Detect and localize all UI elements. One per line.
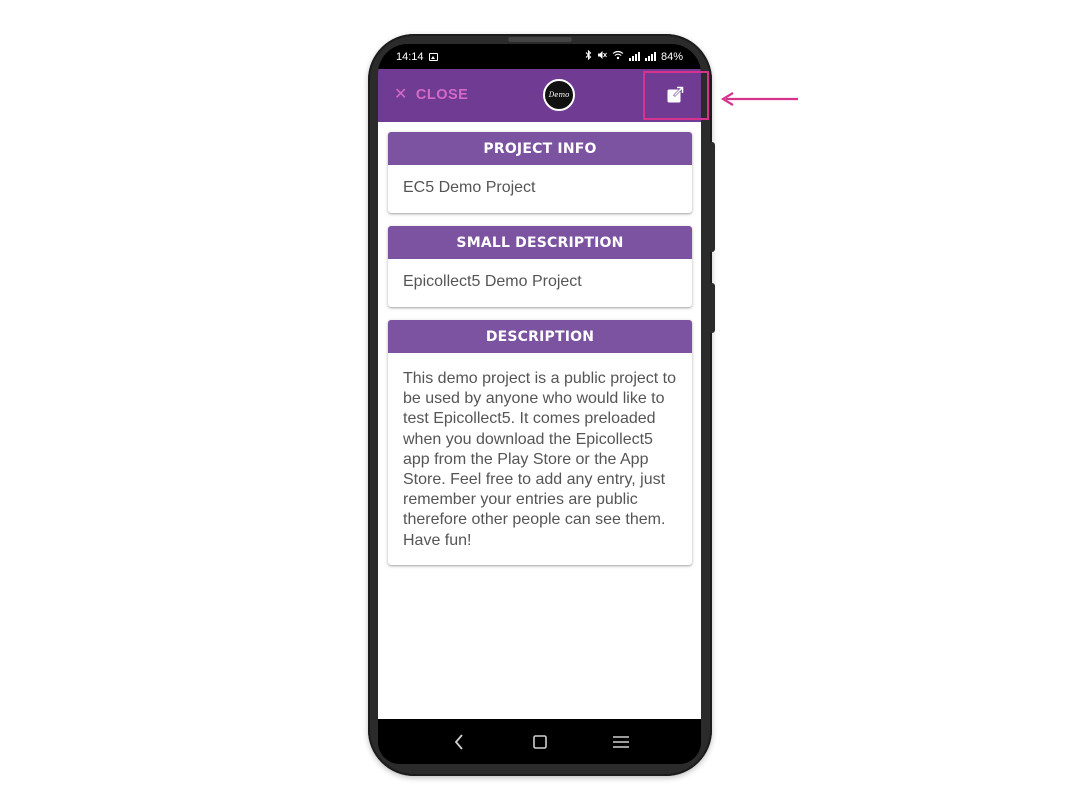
card-header: SMALL DESCRIPTION <box>388 226 692 259</box>
project-info-card: PROJECT INFO EC5 Demo Project <box>388 132 692 213</box>
phone-screen: 14:14 84% ✕ CLOSE Demo PROJECT INFO EC5 … <box>378 44 701 764</box>
power-button <box>709 283 715 333</box>
card-body: Epicollect5 Demo Project <box>403 272 582 290</box>
card-body: EC5 Demo Project <box>403 178 536 196</box>
home-icon <box>532 734 547 749</box>
recents-button[interactable] <box>609 730 633 754</box>
back-button[interactable] <box>447 730 471 754</box>
home-button[interactable] <box>528 730 552 754</box>
signal-icon <box>628 52 640 61</box>
wifi-icon <box>612 50 624 63</box>
card-header: PROJECT INFO <box>388 132 692 165</box>
signal-icon <box>644 52 656 61</box>
project-logo-text: Demo <box>548 91 570 99</box>
gallery-icon <box>428 52 438 61</box>
status-bar: 14:14 84% <box>378 44 701 69</box>
battery-level: 84% <box>660 50 683 63</box>
close-icon: ✕ <box>394 86 408 103</box>
card-body: This demo project is a public project to… <box>403 370 677 549</box>
status-right: 84% <box>585 49 683 63</box>
back-icon <box>454 733 463 750</box>
status-left: 14:14 <box>396 51 438 63</box>
volume-button <box>709 142 715 252</box>
description-card: DESCRIPTION This demo project is a publi… <box>388 320 692 565</box>
mute-icon <box>597 50 607 63</box>
close-button[interactable]: ✕ CLOSE <box>394 84 468 106</box>
annotation-arrow-icon <box>720 92 798 106</box>
project-details: PROJECT INFO EC5 Demo Project SMALL DESC… <box>378 122 701 719</box>
recents-icon <box>612 735 629 748</box>
highlight-box <box>643 71 709 120</box>
earpiece <box>508 37 572 42</box>
navigation-bar <box>378 719 701 764</box>
small-description-card: SMALL DESCRIPTION Epicollect5 Demo Proje… <box>388 226 692 307</box>
bluetooth-icon <box>585 49 592 63</box>
close-label: CLOSE <box>415 87 469 103</box>
status-time: 14:14 <box>396 50 424 63</box>
stage: 14:14 84% ✕ CLOSE Demo PROJECT INFO EC5 … <box>0 0 1080 810</box>
project-logo: Demo <box>543 79 575 111</box>
card-header: DESCRIPTION <box>388 320 692 353</box>
